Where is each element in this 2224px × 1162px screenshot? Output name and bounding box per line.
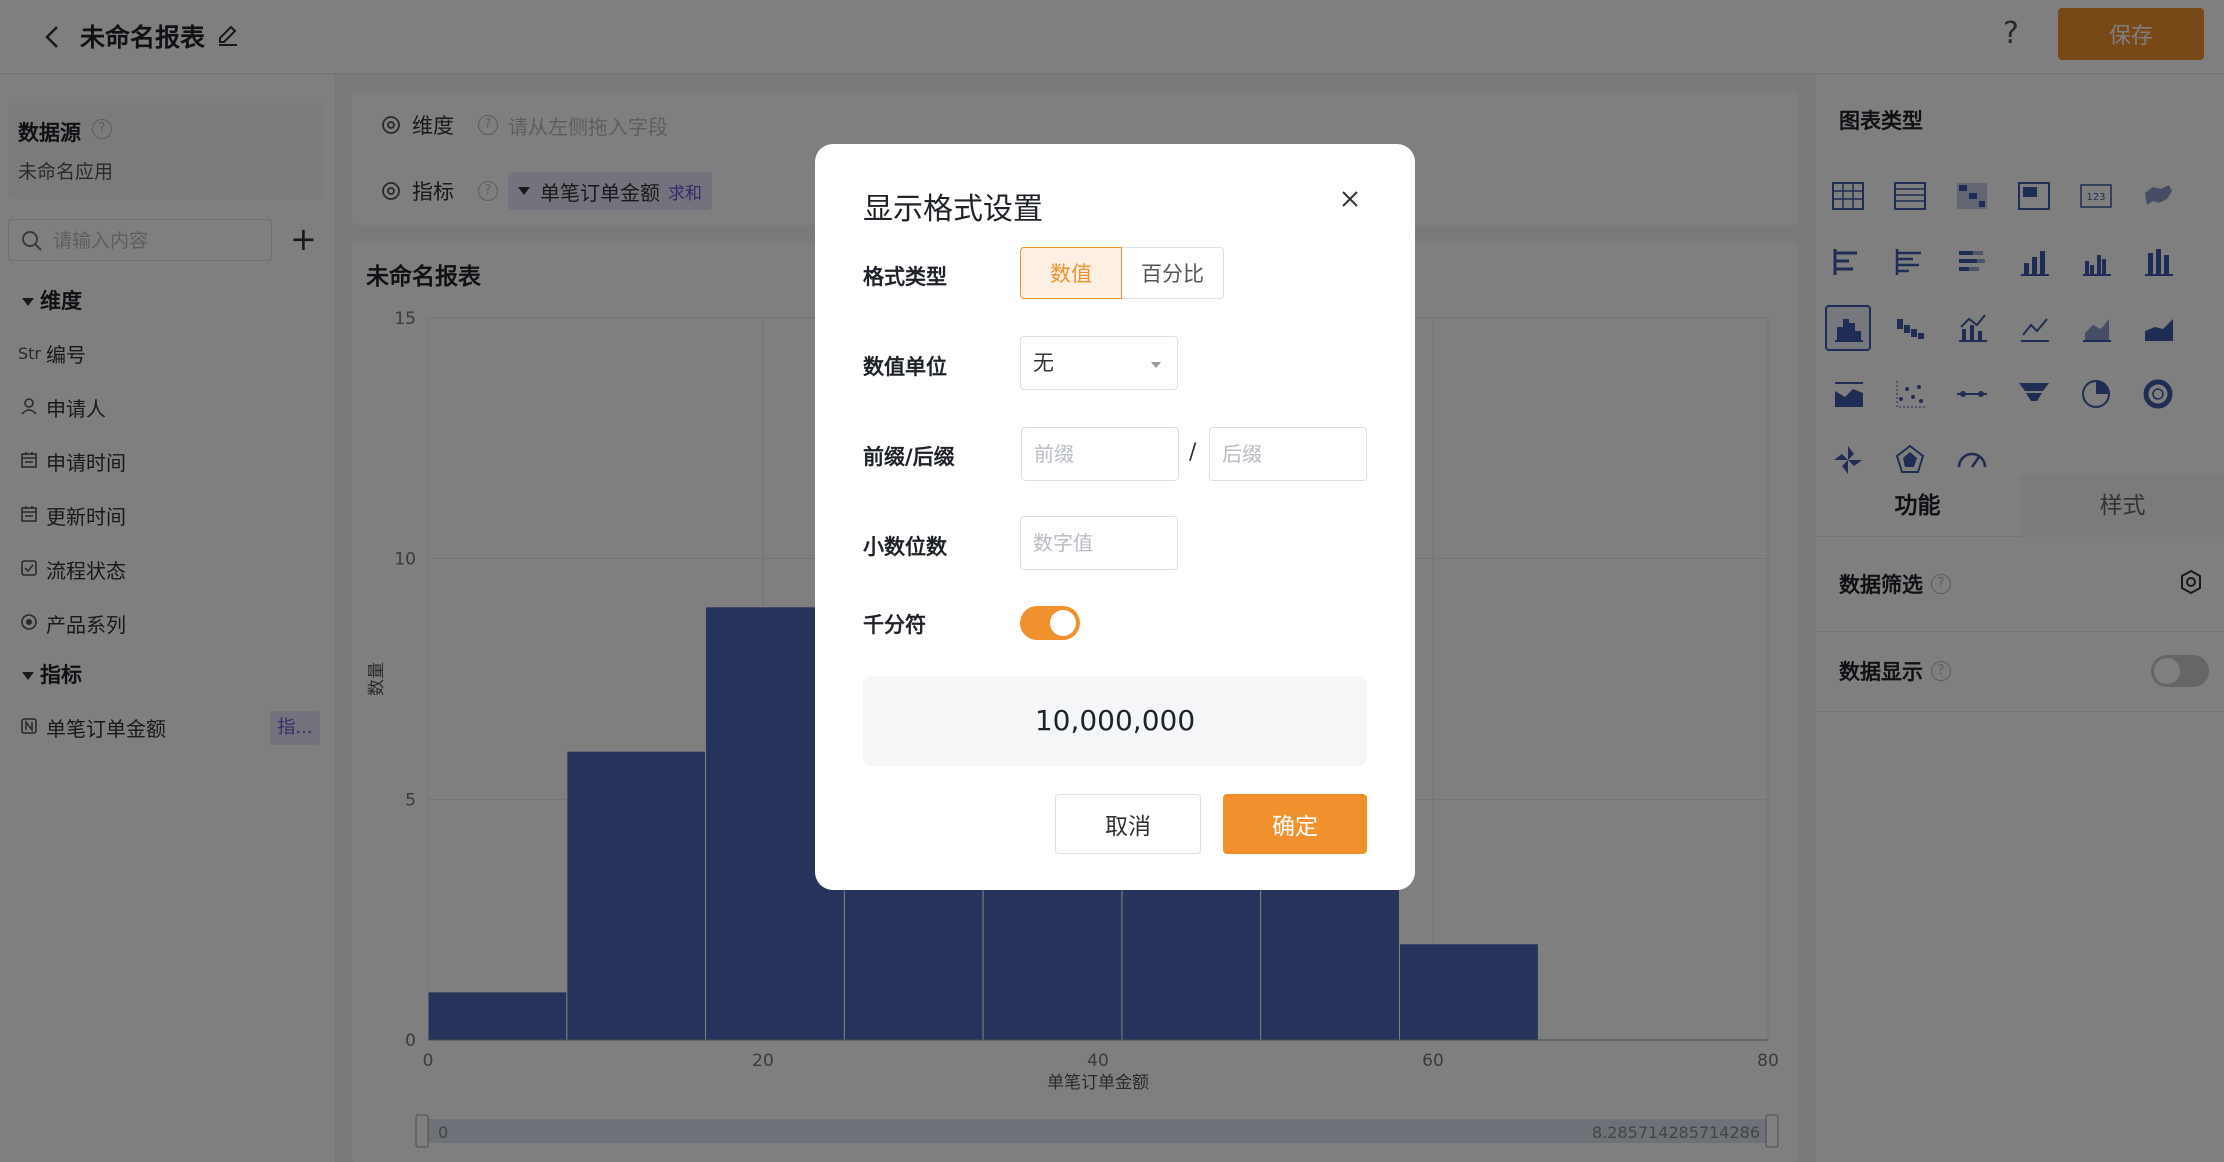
display-format-dialog: 显示格式设置 格式类型 数值 百分比 数值单位 无 前缀/后缀 / 小数位数 千… (815, 144, 1415, 890)
affix-label: 前缀/后缀 (863, 445, 955, 469)
suffix-input[interactable] (1209, 427, 1367, 481)
cancel-button[interactable]: 取消 (1055, 794, 1201, 854)
app: 未命名报表 ? 保存 数据源 ? 未命名应用 + 维度 Str编号 申请人 申请… (0, 0, 2224, 1162)
decimal-places-input[interactable] (1020, 516, 1178, 570)
format-type-segmented: 数值 百分比 (1020, 247, 1224, 299)
format-preview: 10,000,000 (863, 676, 1367, 766)
affix-separator: / (1189, 440, 1197, 465)
chevron-down-icon (1151, 362, 1161, 368)
format-percent-button[interactable]: 百分比 (1122, 247, 1224, 299)
format-numeric-button[interactable]: 数值 (1020, 247, 1122, 299)
unit-label: 数值单位 (863, 355, 947, 379)
decimal-label: 小数位数 (863, 535, 947, 559)
prefix-input[interactable] (1021, 427, 1179, 481)
thousands-separator-toggle[interactable] (1020, 606, 1080, 640)
unit-select[interactable]: 无 (1020, 336, 1178, 390)
close-icon[interactable] (1335, 184, 1365, 214)
format-type-label: 格式类型 (863, 265, 947, 289)
thousands-label: 千分符 (863, 613, 926, 637)
confirm-button[interactable]: 确定 (1223, 794, 1367, 854)
dialog-title: 显示格式设置 (863, 192, 1043, 227)
unit-select-value: 无 (1033, 351, 1054, 375)
